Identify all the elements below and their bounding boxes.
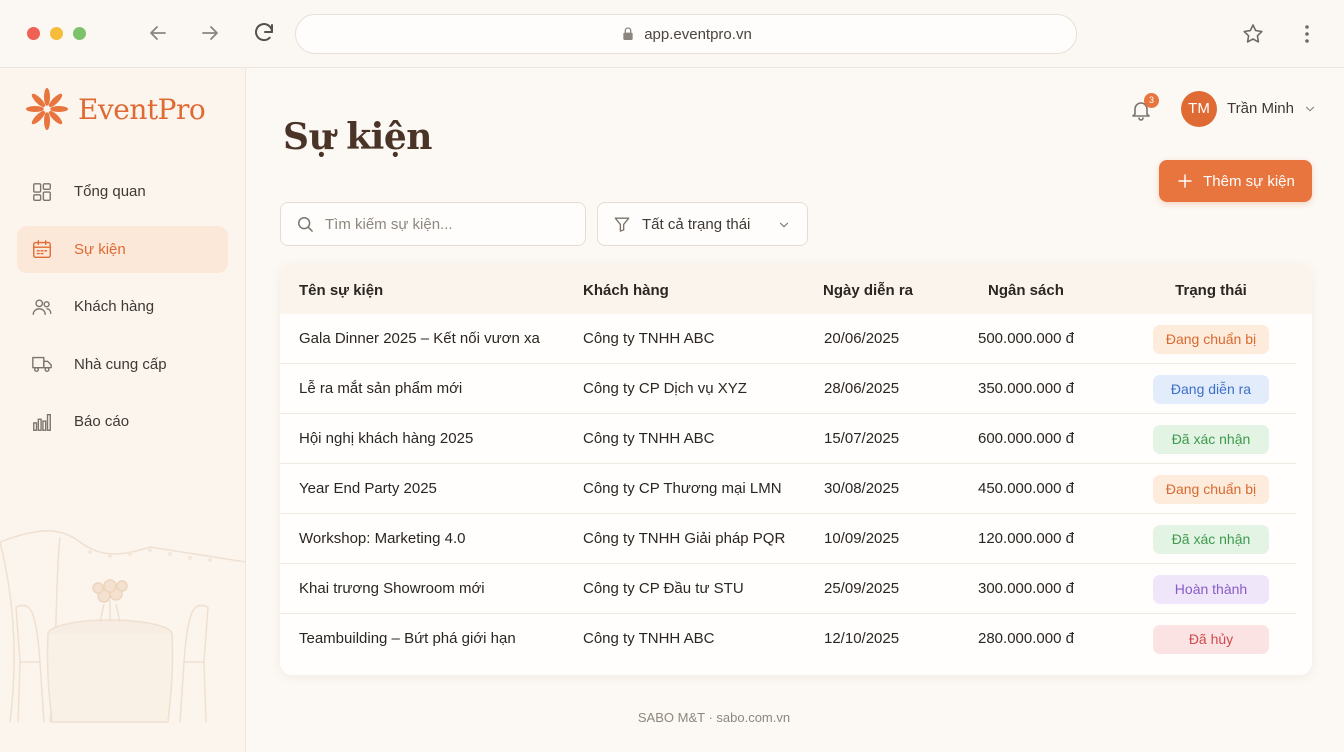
sidebar-item-overview[interactable]: Tổng quan <box>17 168 228 215</box>
event-budget: 450.000.000 đ <box>978 480 1074 497</box>
search-icon <box>298 217 313 232</box>
event-name: Gala Dinner 2025 – Kết nối vươn xa <box>299 330 540 347</box>
address-bar[interactable]: app.eventpro.vn <box>295 14 1077 54</box>
client-name: Công ty TNHH ABC <box>583 430 715 447</box>
sidebar-item-label: Khách hàng <box>74 298 155 315</box>
forward-arrow-icon[interactable] <box>198 21 222 45</box>
event-name: Workshop: Marketing 4.0 <box>299 530 466 547</box>
sidebar-item-label: Tổng quan <box>74 183 146 200</box>
grid-icon <box>33 182 51 201</box>
event-date: 12/10/2025 <box>824 630 900 647</box>
event-budget: 120.000.000 đ <box>978 530 1074 547</box>
banquet-table-illustration <box>0 530 245 723</box>
table-row[interactable]: Khai trương Showroom mới Công ty CP Đầu … <box>280 564 1312 614</box>
event-name: Khai trương Showroom mới <box>299 580 485 597</box>
sidebar-item-label: Báo cáo <box>74 413 130 430</box>
status-filter-dropdown[interactable]: Tất cả trạng thái <box>597 202 808 246</box>
column-header-budget[interactable]: Ngân sách <box>988 282 1064 299</box>
event-name: Teambuilding – Bứt phá giới hạn <box>299 630 516 647</box>
event-budget: 280.000.000 đ <box>978 630 1074 647</box>
event-budget: 350.000.000 đ <box>978 380 1074 397</box>
client-name: Công ty CP Đầu tư STU <box>583 580 744 597</box>
user-name[interactable]: Trần Minh <box>1227 100 1294 117</box>
bar-chart-icon <box>33 413 51 431</box>
plus-icon <box>1178 174 1192 188</box>
browser-chrome: app.eventpro.vn <box>0 0 1344 68</box>
filter-funnel-icon <box>614 217 630 232</box>
event-budget: 300.000.000 đ <box>978 580 1074 597</box>
event-date: 28/06/2025 <box>824 380 900 397</box>
back-arrow-icon[interactable] <box>146 21 170 45</box>
column-header-date[interactable]: Ngày diễn ra <box>823 282 913 299</box>
chevron-down-icon[interactable] <box>1303 102 1317 116</box>
event-date: 30/08/2025 <box>824 480 900 497</box>
event-budget: 500.000.000 đ <box>978 330 1074 347</box>
search-input[interactable] <box>325 215 565 233</box>
status-badge: Đang diễn ra <box>1153 375 1269 404</box>
event-date: 10/09/2025 <box>824 530 900 547</box>
users-icon <box>32 298 52 315</box>
search-box[interactable] <box>280 202 586 246</box>
notification-count-badge: 3 <box>1144 93 1159 108</box>
avatar[interactable]: TM <box>1181 91 1217 127</box>
status-filter-label: Tất cả trạng thái <box>642 215 751 233</box>
sidebar-menu: Tổng quan Sự kiện Khách hàng Nhà cung cấ… <box>17 168 228 456</box>
sidebar-item-label: Nhà cung cấp <box>74 355 167 373</box>
bookmark-star-icon[interactable] <box>1241 22 1265 46</box>
calendar-icon <box>33 240 51 258</box>
sidebar-item-reports[interactable]: Báo cáo <box>17 398 228 445</box>
table-row[interactable]: Teambuilding – Bứt phá giới hạn Công ty … <box>280 614 1312 664</box>
truck-icon <box>32 356 52 373</box>
brand-name: EventPro <box>78 92 206 126</box>
sidebar-item-events[interactable]: Sự kiện <box>17 225 228 273</box>
lock-icon <box>623 27 633 40</box>
footer-text: SABO M&T · sabo.com.vn <box>637 710 791 725</box>
status-badge: Hoàn thành <box>1153 575 1269 604</box>
sunburst-logo-icon <box>26 88 68 130</box>
column-header-client[interactable]: Khách hàng <box>583 282 669 299</box>
window-close-button[interactable] <box>27 27 40 40</box>
sidebar: EventPro Tổng quan Sự kiện Khách hàng Nh… <box>0 68 246 752</box>
table-row[interactable]: Workshop: Marketing 4.0 Công ty TNHH Giả… <box>280 514 1312 564</box>
status-badge: Đã xác nhận <box>1153 525 1269 554</box>
column-header-name[interactable]: Tên sự kiện <box>299 282 383 299</box>
client-name: Công ty TNHH ABC <box>583 630 715 647</box>
url-text: app.eventpro.vn <box>644 25 752 43</box>
event-date: 15/07/2025 <box>824 430 900 447</box>
event-date: 25/09/2025 <box>824 580 900 597</box>
table-row[interactable]: Year End Party 2025 Công ty CP Thương mạ… <box>280 464 1312 514</box>
sidebar-item-customers[interactable]: Khách hàng <box>17 283 228 330</box>
reload-icon[interactable] <box>252 21 276 45</box>
sidebar-item-label: Sự kiện <box>74 240 126 258</box>
client-name: Công ty TNHH Giải pháp PQR <box>583 530 786 547</box>
client-name: Công ty CP Dịch vụ XYZ <box>583 380 747 397</box>
status-badge: Đã xác nhận <box>1153 425 1269 454</box>
window-minimize-button[interactable] <box>50 27 63 40</box>
status-badge: Đang chuẩn bị <box>1153 475 1269 504</box>
table-row[interactable]: Gala Dinner 2025 – Kết nối vươn xa Công … <box>280 314 1312 364</box>
client-name: Công ty TNHH ABC <box>583 330 715 347</box>
main-content: Sự kiện 3 TM Trần Minh Thêm sự kiện Tất … <box>247 68 1344 752</box>
column-header-status[interactable]: Trạng thái <box>1153 282 1269 299</box>
table-header: Tên sự kiện Khách hàng Ngày diễn ra Ngân… <box>280 264 1312 314</box>
event-name: Hội nghị khách hàng 2025 <box>299 430 474 447</box>
add-event-label: Thêm sự kiện <box>1203 172 1295 190</box>
event-name: Lễ ra mắt sản phẩm mới <box>299 380 463 397</box>
events-table: Tên sự kiện Khách hàng Ngày diễn ra Ngân… <box>280 264 1312 675</box>
page-title: Sự kiện <box>283 116 432 158</box>
status-badge: Đã hủy <box>1153 625 1269 654</box>
chevron-down-icon <box>779 222 789 228</box>
brand-logo[interactable]: EventPro <box>26 86 206 132</box>
window-maximize-button[interactable] <box>73 27 86 40</box>
more-vertical-icon[interactable] <box>1295 22 1319 46</box>
table-row[interactable]: Hội nghị khách hàng 2025 Công ty TNHH AB… <box>280 414 1312 464</box>
status-badge: Đang chuẩn bị <box>1153 325 1269 354</box>
add-event-button[interactable]: Thêm sự kiện <box>1159 160 1312 202</box>
client-name: Công ty CP Thương mại LMN <box>583 480 782 497</box>
event-budget: 600.000.000 đ <box>978 430 1074 447</box>
event-date: 20/06/2025 <box>824 330 900 347</box>
sidebar-item-suppliers[interactable]: Nhà cung cấp <box>17 341 228 388</box>
event-name: Year End Party 2025 <box>299 480 437 497</box>
table-row[interactable]: Lễ ra mắt sản phẩm mới Công ty CP Dịch v… <box>280 364 1312 414</box>
